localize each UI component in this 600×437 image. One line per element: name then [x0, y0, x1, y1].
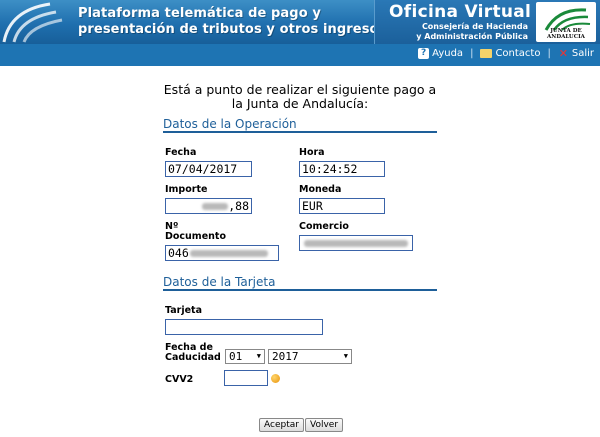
operation-section-divider [163, 131, 437, 133]
intro-line1: Está a punto de realizar el siguiente pa… [163, 82, 437, 97]
card-number-label: Tarjeta [165, 305, 203, 316]
amount-suffix: ,88 [228, 199, 249, 213]
intro-text: Está a punto de realizar el siguiente pa… [0, 83, 600, 111]
document-label-line2: Documento [165, 231, 226, 242]
exit-label: Salir [571, 48, 594, 59]
office-subtitle: Consejería de Hacienda y Administración … [416, 22, 528, 42]
help-link[interactable]: ? Ayuda [418, 48, 463, 59]
close-icon: ✕ [558, 47, 568, 60]
back-button[interactable]: Volver [305, 418, 344, 432]
office-title: Oficina Virtual [389, 2, 532, 22]
document-prefix: 046 [168, 246, 189, 260]
toolbar-separator: | [470, 48, 474, 59]
envelope-icon [480, 49, 493, 58]
intro-line2: la Junta de Andalucía: [231, 96, 369, 111]
expiry-label: Fecha de Caducidad [165, 343, 221, 363]
platform-title-line1: Plataforma telemática de pago y [78, 6, 321, 21]
office-branding: Oficina Virtual Consejería de Hacienda y… [374, 0, 600, 44]
merchant-field [299, 235, 413, 251]
operation-section-title: Datos de la Operación [163, 117, 297, 131]
date-field: 07/04/2017 [165, 161, 252, 177]
contact-link[interactable]: Contacto [480, 48, 540, 59]
merchant-label: Comercio [299, 221, 349, 232]
platform-title-line2: presentación de tributos y otros ingreso… [78, 22, 387, 37]
platform-title: Plataforma telemática de pago y presenta… [78, 6, 386, 38]
office-subtitle-line2: y Administración Pública [416, 32, 528, 41]
expiry-label-line2: Caducidad [165, 352, 221, 363]
chevron-down-icon: ▼ [343, 352, 348, 360]
help-label: Ayuda [432, 48, 464, 59]
redacted-merchant [304, 240, 408, 247]
redacted-document-number [189, 250, 268, 257]
amount-label: Importe [165, 184, 208, 195]
contact-label: Contacto [495, 48, 541, 59]
exit-link[interactable]: ✕ Salir [558, 48, 594, 59]
junta-logo-text: JUNTA DE ANDALUCIA [547, 28, 585, 40]
help-icon: ? [418, 48, 430, 59]
cvv-input[interactable] [224, 370, 268, 386]
redacted-amount [202, 203, 229, 210]
currency-label: Moneda [299, 184, 342, 195]
junta-andalucia-logo: JUNTA DE ANDALUCIA [536, 2, 596, 42]
toolbar-separator: | [547, 48, 551, 59]
expiry-month-select[interactable]: 01 ▼ [225, 349, 265, 364]
card-section-divider [163, 289, 437, 291]
swirl-logo-icon [2, 2, 63, 43]
header-banner: Plataforma telemática de pago y presenta… [0, 0, 600, 44]
chevron-down-icon: ▼ [256, 352, 261, 360]
cvv-label: CVV2 [165, 374, 194, 385]
time-label: Hora [299, 147, 325, 158]
accept-button[interactable]: Aceptar [259, 418, 304, 432]
info-icon[interactable] [271, 374, 280, 383]
expiry-month-value: 01 [229, 350, 243, 363]
expiry-year-select[interactable]: 2017 ▼ [268, 349, 352, 364]
document-label: Nº Documento [165, 222, 226, 242]
date-label: Fecha [165, 147, 197, 158]
card-section-title: Datos de la Tarjeta [163, 275, 276, 289]
expiry-year-value: 2017 [272, 350, 299, 363]
document-field: 046 [165, 245, 279, 261]
currency-field: EUR [299, 198, 385, 214]
toolbar: ? Ayuda | Contacto | ✕ Salir [0, 44, 600, 66]
office-subtitle-line1: Consejería de Hacienda [421, 22, 528, 31]
time-field: 10:24:52 [299, 161, 385, 177]
card-number-input[interactable] [165, 319, 323, 335]
toolbar-links: ? Ayuda | Contacto | ✕ Salir [418, 48, 594, 59]
amount-field: ,88 [165, 198, 252, 214]
